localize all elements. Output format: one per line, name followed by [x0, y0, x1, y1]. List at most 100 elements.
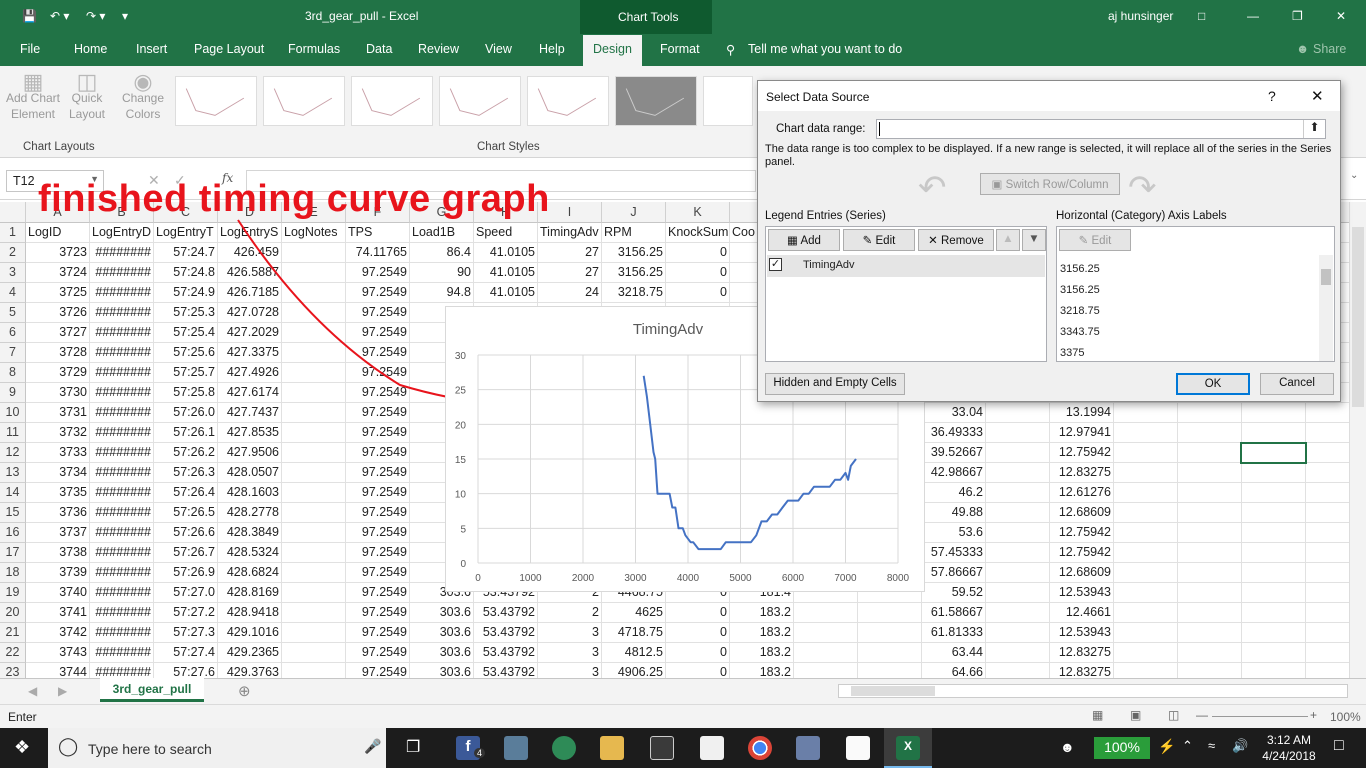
horizontal-scroll-thumb[interactable]	[851, 686, 935, 696]
chart-range-label: Chart data range:	[776, 123, 866, 135]
switch-row-column-button[interactable]: ▣ Switch Row/Column	[980, 173, 1120, 195]
ok-button[interactable]: OK	[1176, 373, 1250, 395]
excel-icon: X	[896, 736, 920, 760]
series-item[interactable]: ✓ TimingAdv	[767, 255, 1045, 277]
search-placeholder: Type here to search	[88, 741, 212, 757]
category-panel: ✎ Edit 3156.25 3156.25 3218.75 3343.75 3…	[1056, 226, 1335, 362]
clock-time: 3:12 AM	[1266, 733, 1312, 747]
zoom-in-icon[interactable]: +	[1310, 708, 1317, 722]
normal-view-icon[interactable]: ▦	[1092, 708, 1103, 722]
dialog-title: Select Data Source	[766, 90, 870, 104]
edit-axis-labels-button[interactable]: ✎ Edit	[1059, 229, 1131, 251]
taskbar-search[interactable]: ◯ Type here to search 🎤	[48, 728, 386, 768]
category-scroll-thumb[interactable]	[1321, 269, 1331, 285]
x-tick-label: 8000	[887, 573, 910, 584]
edit-label: Edit	[875, 235, 896, 247]
chart-range-input[interactable]: ⬆	[876, 119, 1326, 139]
y-tick-label: 5	[460, 524, 466, 535]
axis-labels-label: Horizontal (Category) Axis Labels	[1056, 210, 1227, 222]
category-list[interactable]: 3156.25 3156.25 3218.75 3343.75 3375	[1060, 259, 1100, 364]
volume-icon[interactable]: 🔊	[1232, 738, 1248, 754]
x-tick-label: 1000	[519, 573, 542, 584]
notification-badge: 4	[474, 748, 486, 758]
search-icon: ◯	[58, 736, 79, 756]
battery-percent[interactable]: 100%	[1094, 737, 1150, 759]
clock[interactable]: 3:12 AM 4/24/2018	[1258, 732, 1320, 764]
add-icon: ▦	[787, 235, 801, 247]
next-sheet-icon[interactable]: ▶	[58, 684, 67, 698]
x-tick-label: 3000	[624, 573, 647, 584]
chrome-icon[interactable]	[748, 736, 772, 760]
globe-icon[interactable]	[552, 736, 576, 760]
select-data-source-dialog: Select Data Source ? ✕ Chart data range:…	[757, 80, 1341, 402]
horizontal-scrollbar[interactable]	[838, 684, 1348, 698]
windows-start-icon[interactable]: ❖	[14, 737, 30, 758]
clock-date: 4/24/2018	[1262, 749, 1316, 763]
zoom-slider[interactable]	[1212, 716, 1308, 717]
page-break-view-icon[interactable]: ◫	[1168, 708, 1179, 722]
edit-series-button[interactable]: ✎ Edit	[843, 229, 915, 251]
sheet-tab-bar: ◀ ▶ 3rd_gear_pull ⊕	[0, 678, 1366, 704]
switch-icon: ▣	[991, 179, 1006, 191]
prev-sheet-icon[interactable]: ◀	[28, 684, 37, 698]
help-icon[interactable]: ?	[1268, 88, 1276, 104]
series-panel: ▦ Add ✎ Edit ✕ Remove ▲ ▼ ✓ TimingAdv	[765, 226, 1047, 362]
people-icon[interactable]: ☻	[1060, 739, 1075, 755]
y-tick-label: 0	[460, 559, 466, 570]
category-item: 3375	[1060, 347, 1085, 359]
power-icon[interactable]: ⚡	[1158, 738, 1175, 755]
status-bar: Enter ▦ ▣ ◫ — + 100%	[0, 704, 1366, 728]
category-scrollbar[interactable]	[1319, 255, 1333, 361]
edit-axis-icon: ✎	[1078, 235, 1092, 247]
chart-title: TimingAdv	[633, 321, 704, 338]
switch-row-column-label: Switch Row/Column	[1005, 179, 1109, 191]
category-item: 3156.25	[1060, 263, 1100, 275]
zoom-level[interactable]: 100%	[1330, 710, 1361, 724]
show-hidden-icons[interactable]: ⌃	[1182, 738, 1193, 754]
remove-icon: ✕	[928, 235, 941, 247]
document-icon[interactable]	[846, 736, 870, 760]
edit-icon: ✎	[862, 235, 876, 247]
sheet-tab-3rd-gear-pull[interactable]: 3rd_gear_pull	[100, 678, 204, 702]
y-tick-label: 30	[455, 351, 467, 362]
complex-range-message: The data range is too complex to be disp…	[765, 143, 1332, 168]
category-item: 3218.75	[1060, 305, 1100, 317]
microphone-icon[interactable]: 🎤	[364, 738, 381, 755]
x-tick-label: 7000	[834, 573, 857, 584]
wifi-icon[interactable]: ≈	[1208, 738, 1215, 753]
remove-label: Remove	[941, 235, 984, 247]
zoom-out-icon[interactable]: —	[1196, 708, 1208, 722]
x-tick-label: 5000	[729, 573, 752, 584]
collapse-dialog-icon[interactable]: ⬆	[1303, 120, 1325, 138]
hidden-empty-cells-button[interactable]: Hidden and Empty Cells	[765, 373, 905, 395]
task-view-icon[interactable]: ❐	[406, 737, 420, 757]
y-tick-label: 10	[455, 490, 467, 501]
category-item: 3343.75	[1060, 326, 1100, 338]
cancel-button[interactable]: Cancel	[1260, 373, 1334, 395]
text-cursor	[879, 122, 880, 136]
store-icon[interactable]	[650, 736, 674, 760]
page-layout-view-icon[interactable]: ▣	[1130, 708, 1141, 722]
x-tick-label: 6000	[782, 573, 805, 584]
action-center-icon[interactable]: □	[1334, 737, 1344, 755]
mail-icon[interactable]	[700, 736, 724, 760]
new-sheet-icon[interactable]: ⊕	[238, 682, 251, 700]
file-explorer-icon[interactable]	[600, 736, 624, 760]
x-tick-label: 4000	[677, 573, 700, 584]
x-tick-label: 0	[475, 573, 481, 584]
taskbar: ❖ ◯ Type here to search 🎤 ❐ f 4 X ☻ 100%…	[0, 728, 1366, 768]
add-series-button[interactable]: ▦ Add	[768, 229, 840, 251]
app-icon[interactable]	[796, 736, 820, 760]
dialog-close-icon[interactable]: ✕	[1311, 87, 1324, 105]
axis-edit-label: Edit	[1091, 235, 1112, 247]
move-up-button[interactable]: ▲	[996, 229, 1020, 251]
device-icon[interactable]	[504, 736, 528, 760]
y-tick-label: 25	[455, 386, 467, 397]
series-checkbox[interactable]: ✓	[769, 258, 782, 271]
remove-series-button[interactable]: ✕ Remove	[918, 229, 994, 251]
move-down-button[interactable]: ▼	[1022, 229, 1046, 251]
excel-taskbar-button[interactable]: X	[884, 728, 932, 768]
legend-entries-label: Legend Entries (Series)	[765, 210, 886, 222]
mode-indicator: Enter	[8, 710, 37, 724]
x-tick-label: 2000	[572, 573, 595, 584]
